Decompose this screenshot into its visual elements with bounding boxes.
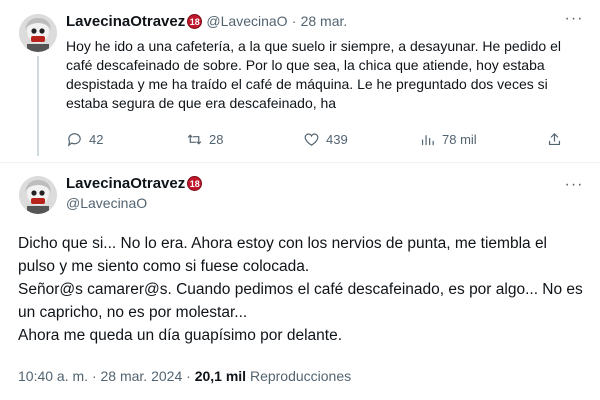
share-button[interactable] [546, 131, 563, 148]
views-count: 20,1 mil [194, 368, 247, 384]
avatar[interactable] [19, 176, 57, 214]
tweet-meta: 10:40 a. m. · 28 mar. 2024 · 20,1 mil Re… [18, 368, 351, 384]
separator: · [91, 368, 97, 384]
badge-icon: 18 [187, 14, 203, 29]
tweet-actions: 42 28 439 78 mil [66, 131, 586, 151]
reply-button[interactable]: 42 [66, 131, 103, 148]
tweet-header: LavecinaOtravez 18 @LavecinaO · 28 mar. [66, 13, 347, 30]
thread-line [37, 56, 39, 156]
views-button[interactable]: 78 mil [419, 131, 477, 148]
display-name[interactable]: LavecinaOtravez [66, 13, 185, 30]
separator: · [291, 13, 297, 29]
like-button[interactable]: 439 [303, 131, 348, 148]
badge-icon: 18 [187, 176, 203, 191]
tweet-date[interactable]: 28 mar. [301, 13, 348, 29]
views-count: 78 mil [442, 132, 477, 147]
views-chart-icon [421, 135, 434, 146]
views-label: Reproducciones [249, 368, 352, 384]
avatar-image [19, 176, 57, 214]
retweet-count: 28 [209, 132, 224, 147]
tweet-time[interactable]: 10:40 a. m. [18, 368, 88, 384]
tweet-text: Hoy he ido a una cafetería, a la que sue… [66, 38, 561, 111]
separator: · [186, 368, 191, 384]
retweet-button[interactable]: 28 [186, 131, 223, 148]
retweet-icon [187, 134, 202, 145]
tweet-header: LavecinaOtravez 18 [66, 175, 203, 192]
more-options-icon[interactable]: ··· [563, 177, 585, 194]
share-icon [548, 132, 561, 146]
display-name[interactable]: LavecinaOtravez [66, 175, 185, 192]
more-options-icon[interactable]: ··· [563, 11, 585, 28]
user-handle[interactable]: @LavecinaO [206, 13, 287, 29]
tweet-text: Dicho que si... No lo era. Ahora estoy c… [18, 235, 583, 344]
tweet-date[interactable]: 28 mar. 2024 [101, 368, 183, 384]
tweet-divider [0, 162, 600, 163]
heart-icon [304, 133, 319, 146]
reply-icon [67, 133, 81, 147]
avatar-image [19, 14, 57, 52]
like-count: 439 [326, 132, 348, 147]
user-handle[interactable]: @LavecinaO [66, 195, 147, 211]
reply-count: 42 [89, 132, 104, 147]
avatar[interactable] [19, 14, 57, 52]
